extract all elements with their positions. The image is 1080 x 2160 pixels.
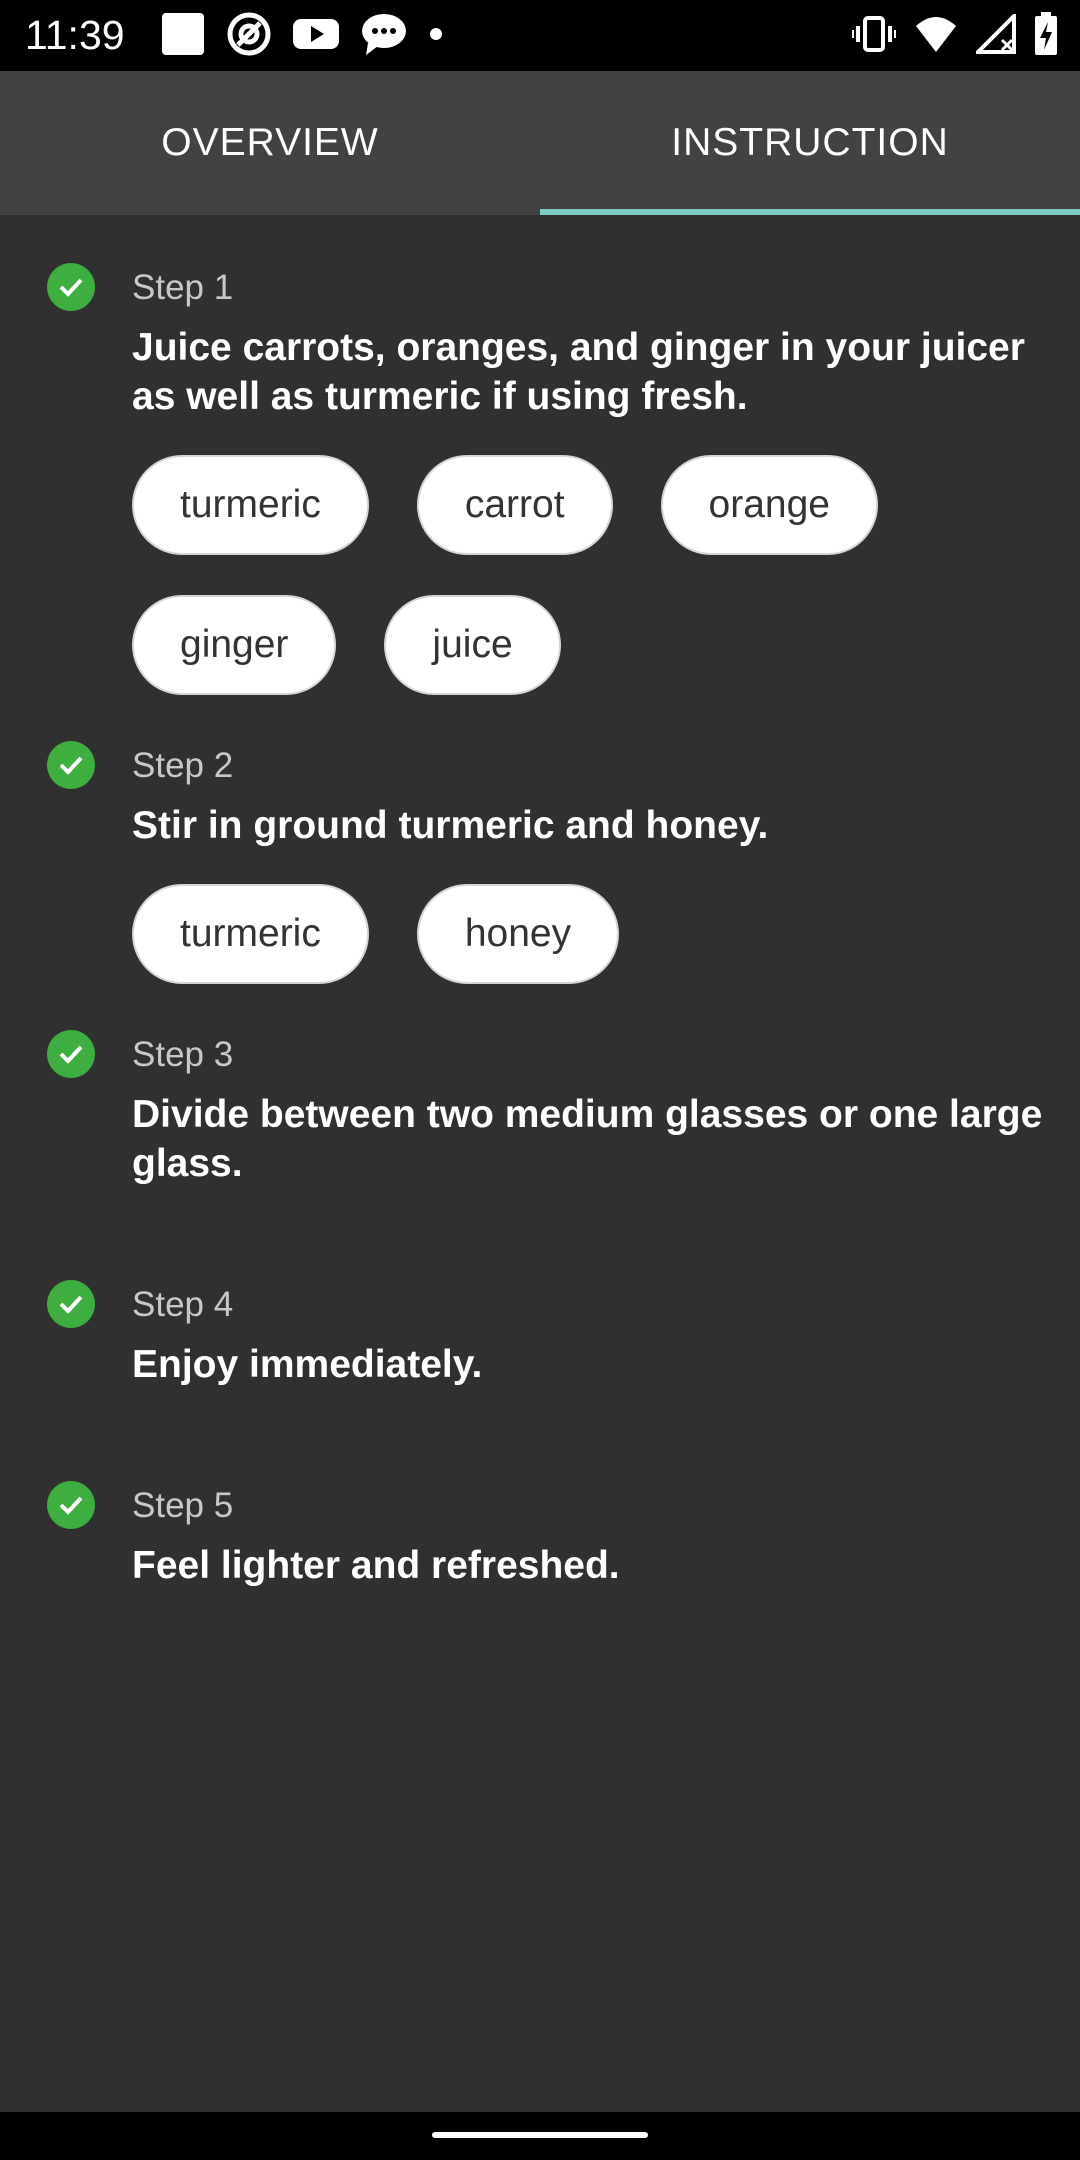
check-icon xyxy=(47,1481,95,1529)
tab-instruction[interactable]: INSTRUCTION xyxy=(540,71,1080,215)
chip-juice[interactable]: juice xyxy=(384,595,561,695)
square-icon xyxy=(160,11,206,62)
step-text: Divide between two medium glasses or one… xyxy=(132,1093,1043,1185)
step-text: Feel lighter and refreshed. xyxy=(132,1544,620,1587)
step-label: Step 2 xyxy=(132,746,234,785)
status-bar: 11:39 xyxy=(0,0,1080,71)
step-text: Juice carrots, oranges, and ginger in yo… xyxy=(132,326,1025,418)
step-text: Enjoy immediately. xyxy=(132,1343,483,1386)
step-5: Step 5 Feel lighter and refreshed. xyxy=(0,1481,1080,1590)
youtube-icon xyxy=(292,11,340,62)
chip-turmeric[interactable]: turmeric xyxy=(132,455,369,555)
nav-bar xyxy=(0,2112,1080,2160)
ingredient-chips: turmeric carrot orange ginger juice xyxy=(132,455,1064,735)
step-3: Step 3 Divide between two medium glasses… xyxy=(0,1030,1080,1188)
home-handle[interactable] xyxy=(432,2132,648,2138)
at-icon xyxy=(226,11,272,62)
status-icons-right xyxy=(834,10,1058,61)
chip-honey[interactable]: honey xyxy=(416,884,620,984)
chip-ginger[interactable]: ginger xyxy=(132,595,337,695)
check-icon xyxy=(47,1280,95,1328)
chip-carrot[interactable]: carrot xyxy=(416,455,613,555)
battery-icon xyxy=(1034,11,1058,61)
status-time: 11:39 xyxy=(25,12,125,58)
chat-icon xyxy=(360,11,408,62)
check-icon xyxy=(47,1030,95,1078)
step-2: Step 2 Stir in ground turmeric and honey… xyxy=(0,741,1080,1024)
check-icon xyxy=(47,741,95,789)
check-icon xyxy=(47,263,95,311)
step-4: Step 4 Enjoy immediately. xyxy=(0,1280,1080,1389)
step-label: Step 4 xyxy=(132,1285,234,1324)
wifi-icon xyxy=(914,14,958,59)
tab-overview[interactable]: OVERVIEW xyxy=(0,71,540,215)
ingredient-chips: turmeric honey xyxy=(132,884,1064,1024)
dot-icon xyxy=(428,11,444,62)
chip-turmeric[interactable]: turmeric xyxy=(132,884,369,984)
step-text: Stir in ground turmeric and honey. xyxy=(132,804,769,847)
instructions-list: Step 1 Juice carrots, oranges, and ginge… xyxy=(0,215,1080,1590)
step-label: Step 3 xyxy=(132,1035,234,1074)
tab-bar: OVERVIEW INSTRUCTION xyxy=(0,71,1080,215)
step-label: Step 1 xyxy=(132,268,234,307)
step-1: Step 1 Juice carrots, oranges, and ginge… xyxy=(0,263,1080,735)
signal-icon xyxy=(973,10,1016,59)
vibrate-icon xyxy=(852,14,896,59)
chip-orange[interactable]: orange xyxy=(660,455,878,555)
status-icons-left xyxy=(160,11,464,62)
step-label: Step 5 xyxy=(132,1486,234,1525)
